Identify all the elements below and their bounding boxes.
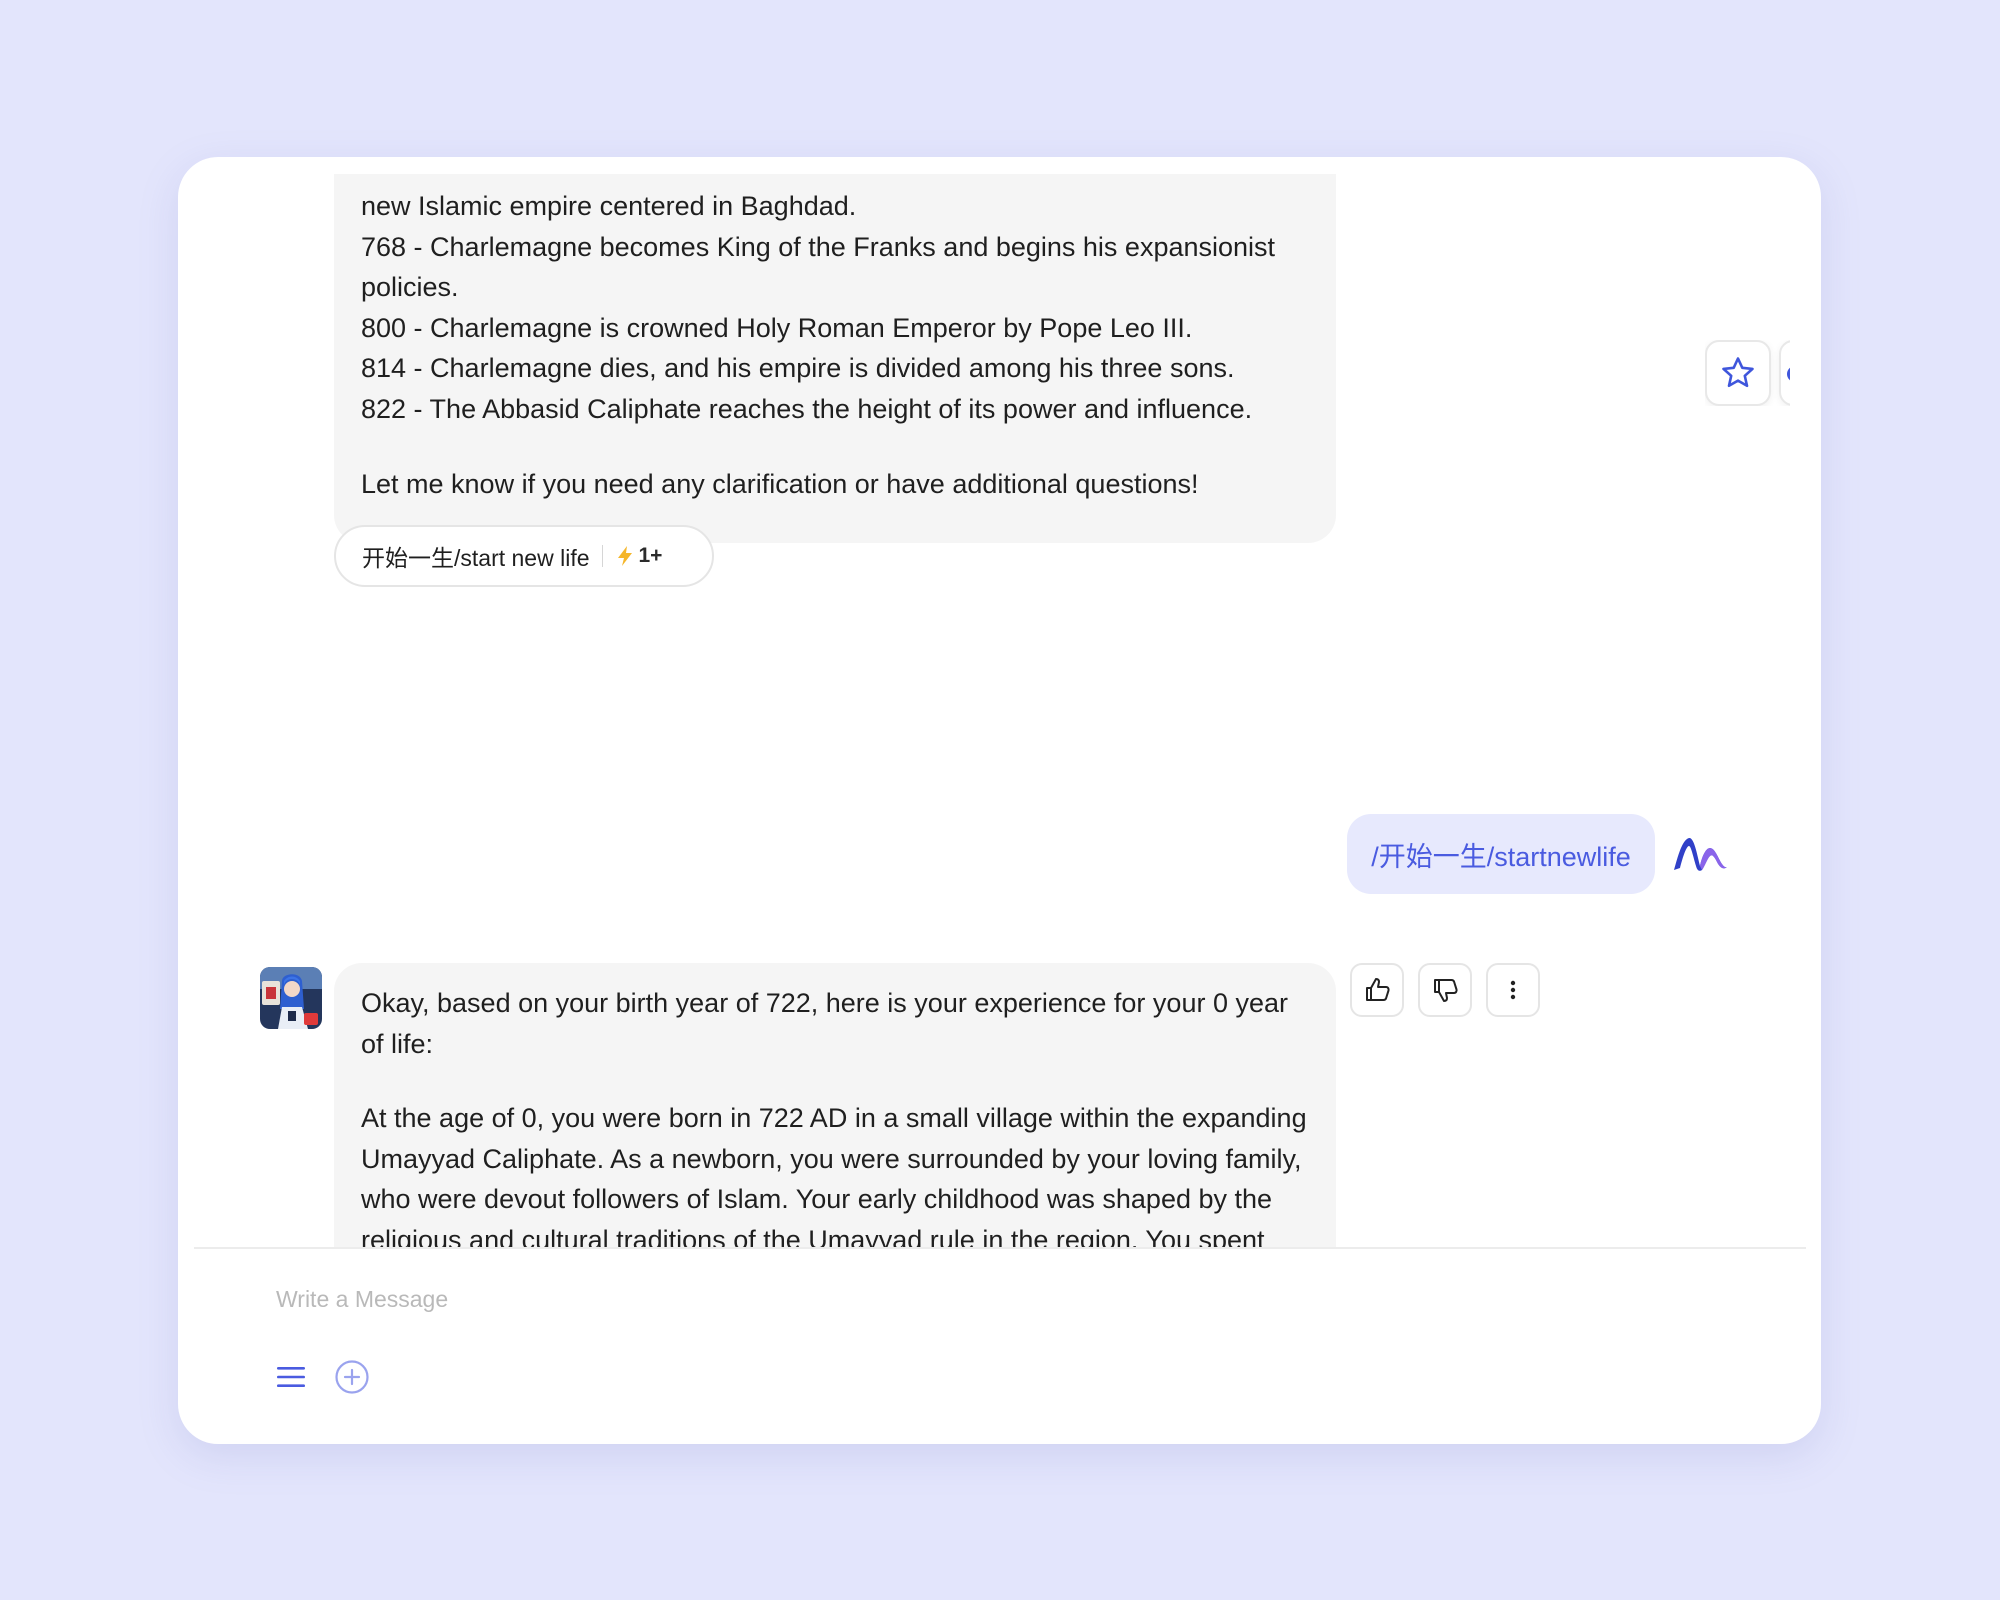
chip-divider xyxy=(601,545,603,567)
bot-message: new Islamic empire centered in Baghdad. … xyxy=(334,174,1336,543)
thumbs-up-icon xyxy=(1366,978,1390,1001)
message-line: new Islamic empire centered in Baghdad. xyxy=(361,191,857,221)
bot-message: Okay, based on your birth year of 722, h… xyxy=(334,963,1336,1247)
share-icon xyxy=(1787,366,1790,382)
message-list[interactable]: new Islamic empire centered in Baghdad. … xyxy=(194,174,1806,1247)
message-closing: Let me know if you need any clarificatio… xyxy=(361,468,1199,499)
user-message-text: /开始一生/startnewlife xyxy=(1371,841,1631,872)
message-intro: Okay, based on your birth year of 722, h… xyxy=(361,988,1288,1059)
chip-count: 1+ xyxy=(638,544,663,567)
suggestion-chip-start-new-life[interactable]: 开始一生/start new life 1+ xyxy=(334,525,714,587)
top-right-toolbar xyxy=(1705,340,1790,406)
more-options-button[interactable] xyxy=(1486,963,1540,1017)
character-avatar-image xyxy=(260,967,322,1029)
message-input[interactable] xyxy=(274,1278,1678,1320)
like-button[interactable] xyxy=(1350,963,1404,1017)
favorite-button[interactable] xyxy=(1705,340,1771,406)
menu-icon xyxy=(277,1367,305,1387)
bot-message-text: new Islamic empire centered in Baghdad. … xyxy=(361,186,1310,504)
message-line: 800 - Charlemagne is crowned Holy Roman … xyxy=(361,312,1193,343)
user-avatar-logo xyxy=(1674,837,1727,871)
message-line: 822 - The Abbasid Caliphate reaches the … xyxy=(361,393,1253,424)
bot-avatar xyxy=(260,967,322,1029)
add-attachment-button[interactable] xyxy=(332,1357,372,1397)
lightning-icon xyxy=(617,546,632,566)
menu-button[interactable] xyxy=(271,1357,311,1397)
chat-window: new Islamic empire centered in Baghdad. … xyxy=(178,157,1821,1444)
plus-circle-icon xyxy=(335,1360,369,1394)
bot-message-text: Okay, based on your birth year of 722, h… xyxy=(361,983,1310,1247)
star-icon xyxy=(1722,357,1754,388)
user-message: /开始一生/startnewlife xyxy=(1347,814,1655,894)
message-line: 814 - Charlemagne dies, and his empire i… xyxy=(361,353,1235,384)
message-line: 768 - Charlemagne becomes King of the Fr… xyxy=(361,231,1276,303)
composer-divider xyxy=(194,1247,1806,1249)
dislike-button[interactable] xyxy=(1418,963,1472,1017)
message-body: At the age of 0, you were born in 722 AD… xyxy=(361,1103,1307,1247)
share-button[interactable] xyxy=(1779,340,1790,406)
more-vertical-icon xyxy=(1510,980,1516,1000)
thumbs-down-icon xyxy=(1434,979,1458,1002)
suggestion-chip-label: 开始一生/start new life xyxy=(362,545,590,571)
